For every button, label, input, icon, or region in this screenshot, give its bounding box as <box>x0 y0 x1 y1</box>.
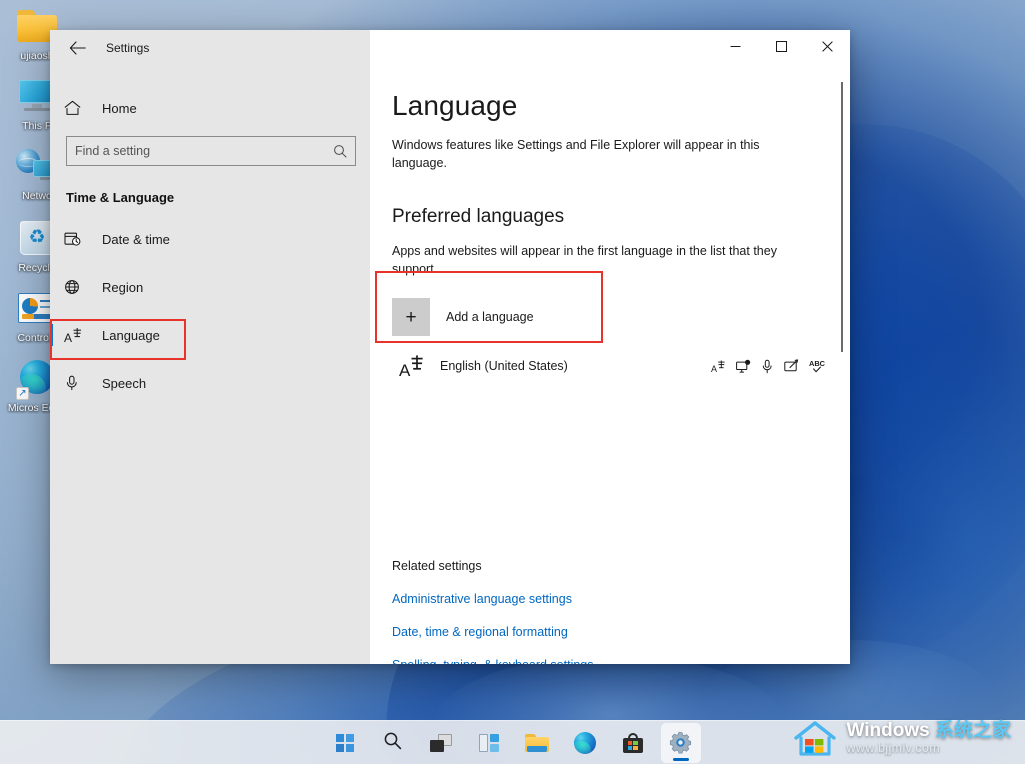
taskbar-start-button[interactable] <box>325 723 365 763</box>
sidebar-item-label: Speech <box>102 375 147 391</box>
related-link-spelling-typing[interactable]: Spelling, typing, & keyboard settings <box>392 658 594 664</box>
watermark-brand-cn: 系统之家 <box>934 719 1011 741</box>
language-a-icon: A <box>64 327 94 344</box>
svg-text:ABC: ABC <box>809 359 826 368</box>
watermark-url: www.bjjmlv.com <box>846 740 941 755</box>
window-title: Settings <box>106 41 150 55</box>
windows-house-logo-icon <box>793 718 837 758</box>
language-list-item[interactable]: A English (United States) A ABC <box>392 346 826 386</box>
content-pane: Language Windows features like Settings … <box>370 66 850 664</box>
spellcheck-abc-icon: ABC <box>809 359 826 374</box>
svg-text:A: A <box>64 331 72 344</box>
language-a-icon: A <box>392 354 432 378</box>
sidebar-item-language[interactable]: A Language <box>50 315 370 360</box>
svg-text:A: A <box>711 364 717 373</box>
language-feature-icons: A ABC <box>711 359 826 374</box>
add-language-label: Add a language <box>446 310 534 324</box>
close-button[interactable] <box>804 30 850 62</box>
maximize-button[interactable] <box>758 30 804 62</box>
gear-icon <box>669 731 692 754</box>
window-body: Home Time & Language <box>50 66 850 664</box>
page-title: Language <box>392 90 518 121</box>
content-scrollbar[interactable] <box>837 66 847 664</box>
sidebar: Home Time & Language <box>50 66 370 664</box>
section-description: Apps and websites will appear in the fir… <box>392 244 777 276</box>
microphone-icon <box>761 359 774 373</box>
home-icon <box>64 100 94 116</box>
sidebar-item-date-time[interactable]: Date & time <box>50 219 370 259</box>
search-icon <box>383 731 402 755</box>
page-description: Windows features like Settings and File … <box>392 138 760 170</box>
calendar-clock-icon <box>64 231 94 247</box>
language-name: English (United States) <box>440 359 568 373</box>
back-button[interactable] <box>62 34 92 62</box>
handwriting-pen-icon <box>784 359 799 373</box>
preferred-language-list: A English (United States) A ABC <box>392 346 850 386</box>
minimize-icon <box>730 45 740 47</box>
shortcut-arrow-icon: ↗ <box>16 387 29 400</box>
svg-text:A: A <box>399 361 411 378</box>
sidebar-item-region[interactable]: Region <box>50 267 370 307</box>
window-controls <box>370 30 850 66</box>
widgets-icon <box>478 733 499 752</box>
maximize-icon <box>775 40 787 52</box>
sidebar-item-speech[interactable]: Speech <box>50 363 370 403</box>
section-title-preferred-languages: Preferred languages <box>392 206 565 227</box>
globe-icon <box>64 279 94 295</box>
taskbar-widgets-button[interactable] <box>469 723 509 763</box>
scrollbar-thumb[interactable] <box>841 82 843 352</box>
related-settings-block: Related settings Administrative language… <box>392 559 594 664</box>
language-pack-icon: A <box>711 359 726 373</box>
close-icon <box>821 40 833 52</box>
display-language-icon <box>736 359 751 373</box>
taskbar-file-explorer-button[interactable] <box>517 723 557 763</box>
sidebar-item-label: Language <box>102 327 160 343</box>
arrow-left-icon <box>69 41 86 55</box>
watermark: Windows 系统之家 www.bjjmlv.com <box>785 714 1019 762</box>
file-explorer-icon <box>524 733 549 752</box>
watermark-brand-en: Windows <box>846 719 935 741</box>
taskbar-edge-button[interactable] <box>565 723 605 763</box>
sidebar-category-title: Time & Language <box>66 190 175 205</box>
title-bar: Settings <box>50 30 850 66</box>
store-icon <box>622 732 643 753</box>
edge-icon <box>573 731 596 754</box>
sidebar-item-label: Home <box>102 100 137 116</box>
related-link-date-time-regional[interactable]: Date, time & regional formatting <box>392 625 594 639</box>
minimize-button[interactable] <box>712 30 758 62</box>
taskbar-task-view-button[interactable] <box>421 723 461 763</box>
sidebar-item-label: Date & time <box>102 231 170 247</box>
watermark-text: Windows 系统之家 www.bjjmlv.com <box>846 719 1011 755</box>
title-bar-left: Settings <box>50 30 370 66</box>
sidebar-item-label: Region <box>102 279 144 295</box>
taskbar-settings-button[interactable] <box>660 722 701 763</box>
start-icon <box>335 733 354 752</box>
related-settings-title: Related settings <box>392 559 482 573</box>
microphone-icon <box>64 375 94 391</box>
desktop: ujiaosh This P Netwo ♻ Recycle Control l <box>0 0 1025 764</box>
watermark-brand: Windows 系统之家 <box>846 719 1011 741</box>
plus-icon: + <box>392 298 430 336</box>
taskbar-search-button[interactable] <box>373 723 413 763</box>
selection-indicator <box>50 324 53 346</box>
related-link-administrative[interactable]: Administrative language settings <box>392 592 594 606</box>
taskbar-app-list <box>325 722 701 763</box>
wallpaper-ribbon <box>820 330 1025 750</box>
search-input[interactable] <box>75 144 333 158</box>
add-language-button[interactable]: + Add a language <box>392 294 614 340</box>
taskbar-store-button[interactable] <box>613 723 653 763</box>
search-box[interactable] <box>66 136 356 166</box>
search-icon <box>333 144 347 158</box>
task-view-icon <box>429 733 452 752</box>
sidebar-item-home[interactable]: Home <box>50 88 370 128</box>
settings-window: Settings Home Find a setting Time & Lang… <box>50 30 850 664</box>
